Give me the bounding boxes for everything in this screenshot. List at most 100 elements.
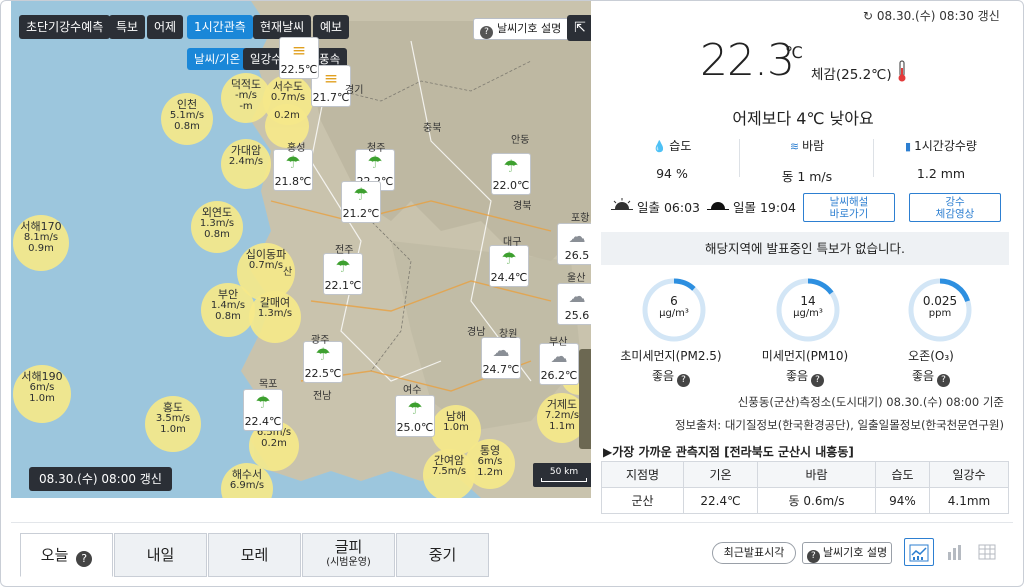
weather-card[interactable]: ☂ 25.0℃ bbox=[395, 395, 435, 437]
table-header-row: 지점명 기온 바람 습도 일강수 bbox=[601, 461, 1009, 488]
help-icon[interactable]: ? bbox=[76, 551, 93, 567]
tab-today[interactable]: 오늘 ? bbox=[20, 533, 113, 577]
card-temperature: 24.7℃ bbox=[482, 363, 520, 376]
weather-card[interactable]: ☂ 22.5℃ bbox=[303, 341, 343, 383]
weather-card[interactable]: ☂ 22.4℃ bbox=[243, 389, 283, 431]
rain-label: 1시간강수량 bbox=[914, 139, 977, 153]
open-external-icon[interactable]: ⇱ bbox=[567, 15, 591, 41]
air-unit: ppm bbox=[928, 308, 952, 319]
weather-card[interactable]: ≡ 22.5℃ bbox=[279, 37, 319, 79]
legend-button[interactable]: ? 날씨기호 설명 bbox=[473, 18, 571, 40]
chart-view-icon[interactable] bbox=[904, 538, 934, 566]
col-header: 지점명 bbox=[601, 461, 684, 488]
card-temperature: 21.2℃ bbox=[342, 207, 380, 220]
weather-card[interactable]: ☂ 22.1℃ bbox=[323, 253, 363, 295]
refresh-icon[interactable]: ↻ bbox=[863, 9, 873, 23]
map-zoom-control[interactable] bbox=[579, 349, 591, 449]
weather-explain-button[interactable]: 날씨해설 바로가기 bbox=[803, 193, 895, 222]
tab-yesterday[interactable]: 어제 bbox=[147, 15, 184, 39]
wave-height: 0.8m bbox=[215, 311, 241, 322]
table-view-icon[interactable] bbox=[972, 538, 1002, 566]
tab-label: 오늘 bbox=[40, 546, 69, 564]
sea-station-bubble[interactable]: 가대암 2.4m/s bbox=[221, 139, 271, 189]
station-name: 서수도 bbox=[272, 80, 304, 93]
station-name: 서해190 bbox=[21, 370, 63, 383]
tab-forecast[interactable]: 예보 bbox=[313, 15, 350, 39]
tab-nowcast[interactable]: 초단기강수예측 bbox=[19, 15, 111, 39]
help-icon[interactable]: ? bbox=[937, 374, 951, 387]
station-name: 서해170 bbox=[20, 220, 62, 233]
legend-button-label: 날씨기호 설명 bbox=[497, 22, 562, 35]
weather-card[interactable]: ☂ 21.2℃ bbox=[341, 181, 381, 223]
city-label: 광주 bbox=[311, 335, 330, 346]
col-header: 일강수 bbox=[929, 461, 1009, 488]
sea-station-bubble[interactable]: 통영 6m/s 1.2m bbox=[465, 439, 515, 489]
droplet-icon: 💧 bbox=[652, 140, 667, 153]
station-name: 십이동파 bbox=[245, 248, 287, 261]
tab-current-weather[interactable]: 현재날씨 bbox=[253, 15, 312, 39]
col-header: 습도 bbox=[875, 461, 930, 488]
station-name: 통영 bbox=[479, 444, 501, 457]
tab-day-after[interactable]: 모레 bbox=[208, 533, 301, 577]
sea-station-bubble[interactable]: 해수서 6.9m/s bbox=[221, 463, 273, 498]
weather-map[interactable]: 초단기강수예측 특보 어제 1시간관측 현재날씨 예보 날씨/기온 일강수 풍향… bbox=[11, 1, 591, 498]
tab-warning[interactable]: 특보 bbox=[109, 15, 146, 39]
wind-speed: 1.3m/s bbox=[257, 308, 293, 319]
weather-card[interactable]: ☂ 21.8℃ bbox=[273, 149, 313, 191]
city-label: 홍성 bbox=[287, 143, 306, 154]
umbrella-icon: ☂ bbox=[255, 393, 271, 413]
sea-station-bubble[interactable]: 서해170 8.1m/s 0.9m bbox=[13, 215, 69, 271]
sea-station-bubble[interactable]: 인천 5.1m/s 0.8m bbox=[161, 93, 213, 145]
temperature-unit: ℃ bbox=[785, 43, 803, 62]
wave-height: 0.8m bbox=[204, 229, 230, 240]
card-temperature: 21.8℃ bbox=[274, 175, 312, 188]
humidity-value: 94 % bbox=[656, 166, 688, 181]
legend-button-label: 날씨기호 설명 bbox=[822, 546, 888, 559]
tab-midterm[interactable]: 중기 bbox=[396, 533, 489, 577]
city-label: 포항 bbox=[571, 213, 590, 224]
wind-speed: 1.3m/s bbox=[199, 218, 235, 229]
wind-speed: 6m/s bbox=[29, 382, 55, 393]
sea-station-bubble[interactable]: 외연도 1.3m/s 0.8m bbox=[191, 201, 243, 253]
update-time-text: 08.30.(수) 08:30 갱신 bbox=[876, 9, 1000, 23]
cell-temp: 22.4℃ bbox=[683, 487, 758, 514]
air-value: 6 bbox=[670, 294, 678, 308]
help-icon[interactable]: ? bbox=[811, 374, 825, 387]
sea-station-bubble[interactable]: 홍도 3.5m/s 1.0m bbox=[145, 396, 201, 452]
city-label: 대구 bbox=[503, 237, 522, 248]
city-label: 부산 bbox=[549, 337, 568, 348]
weather-card[interactable]: ☁ 25.6 bbox=[557, 283, 591, 325]
subtab-weather-temp[interactable]: 날씨/기온 bbox=[187, 48, 248, 70]
sea-station-bubble[interactable]: 갈매여 1.3m/s bbox=[249, 291, 301, 343]
weather-card[interactable]: ☂ 22.0℃ bbox=[491, 153, 531, 195]
rain-video-button[interactable]: 강수 체감영상 bbox=[909, 193, 1001, 222]
card-temperature: 26.2℃ bbox=[540, 369, 578, 382]
station-name: 인천 bbox=[176, 98, 198, 111]
recent-release-button[interactable]: 최근발표시각 bbox=[712, 542, 796, 564]
wind-value: 동 1 m/s bbox=[781, 169, 833, 184]
cell-wind: 동 0.6m/s bbox=[757, 487, 876, 514]
weather-card[interactable]: ☂ 24.4℃ bbox=[489, 245, 529, 287]
divider bbox=[11, 522, 1013, 523]
station-info: 신풍동(군산)측정소(도시대기) 08.30.(수) 08:00 기준 bbox=[737, 395, 1004, 409]
wind-speed: 2.4m/s bbox=[228, 156, 264, 167]
tab-tomorrow[interactable]: 내일 bbox=[114, 533, 207, 577]
air-value: 14 bbox=[800, 294, 816, 308]
tab-third-day[interactable]: 글피 (시범운영) bbox=[302, 533, 395, 577]
hazy-icon: ≡ bbox=[291, 41, 307, 61]
legend-button-bottom[interactable]: ? 날씨기호 설명 bbox=[802, 542, 892, 564]
bar-view-icon[interactable] bbox=[940, 538, 970, 566]
weather-card[interactable]: ☁ 26.5 bbox=[557, 223, 591, 265]
tab-hourly-obs[interactable]: 1시간관측 bbox=[187, 15, 253, 39]
weather-card[interactable]: ☁ 24.7℃ bbox=[481, 337, 521, 379]
weather-card[interactable]: ☁ 26.2℃ bbox=[539, 343, 579, 385]
sea-station-bubble[interactable]: 부안 1.4m/s 0.8m bbox=[201, 283, 255, 337]
wind-speed: 1.4m/s bbox=[210, 300, 246, 311]
thermometer-icon bbox=[898, 60, 906, 82]
wind-speed: 1.0m bbox=[443, 422, 469, 433]
sea-station-bubble[interactable]: 서해190 6m/s 1.0m bbox=[13, 365, 71, 423]
air-grade: 좋음? bbox=[871, 367, 991, 387]
help-icon[interactable]: ? bbox=[677, 374, 691, 387]
table-row: 군산 22.4℃ 동 0.6m/s 94% 4.1mm bbox=[601, 487, 1009, 514]
station-name: 남해 bbox=[445, 410, 467, 423]
